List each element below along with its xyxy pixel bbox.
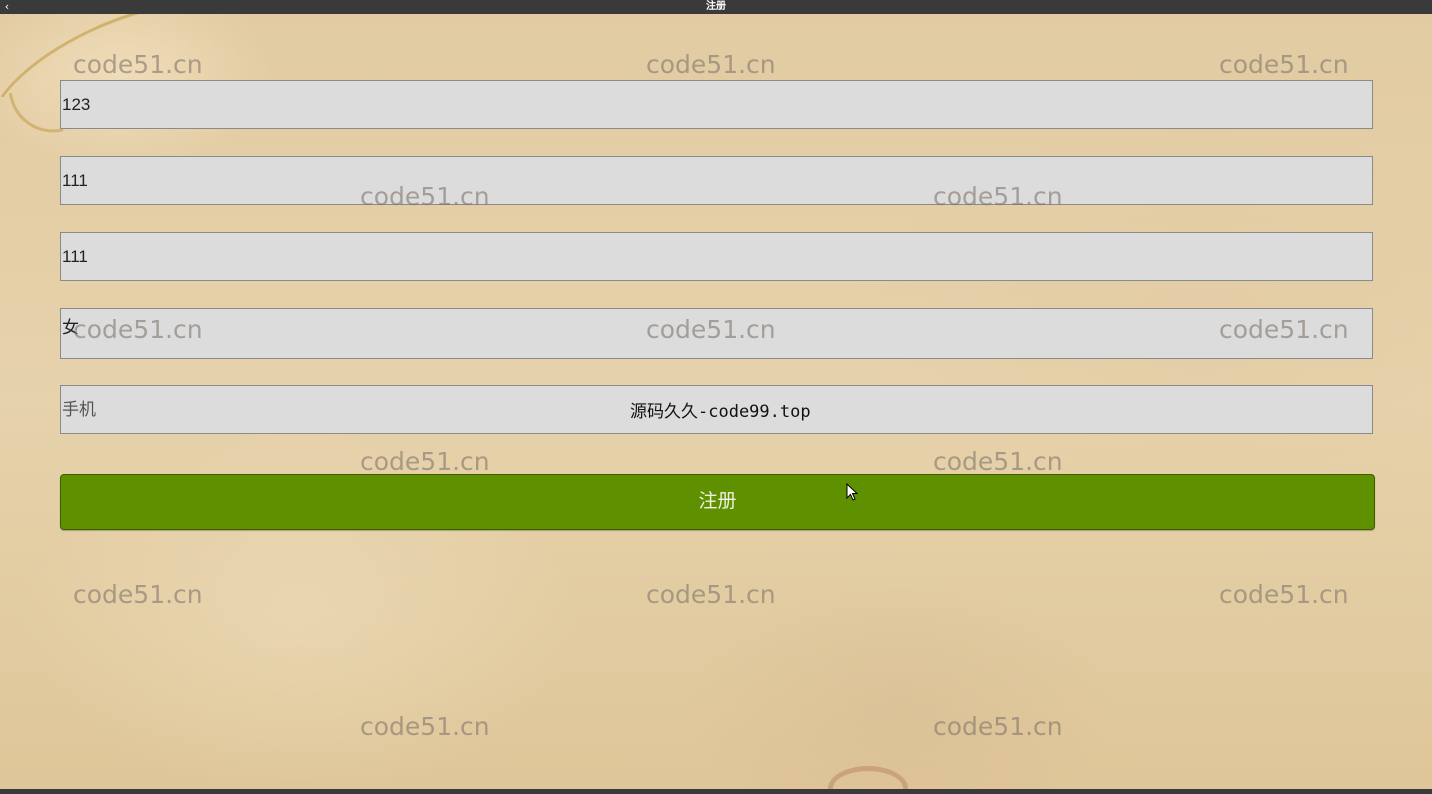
page-title: 注册	[706, 1, 726, 12]
mouse-cursor-icon	[846, 483, 859, 501]
username-input[interactable]	[60, 80, 1373, 129]
chevron-left-icon[interactable]: ‹	[2, 0, 12, 14]
gender-select[interactable]: 女	[60, 308, 1373, 359]
title-bar: ‹ 注册	[0, 0, 1432, 14]
confirm-password-input[interactable]	[60, 232, 1373, 281]
source-overlay-text: 源码久久-code99.top	[630, 402, 811, 422]
password-input[interactable]	[60, 156, 1373, 205]
status-bar	[0, 789, 1432, 794]
gender-value: 女	[62, 318, 79, 338]
register-button[interactable]: 注册	[60, 474, 1375, 530]
